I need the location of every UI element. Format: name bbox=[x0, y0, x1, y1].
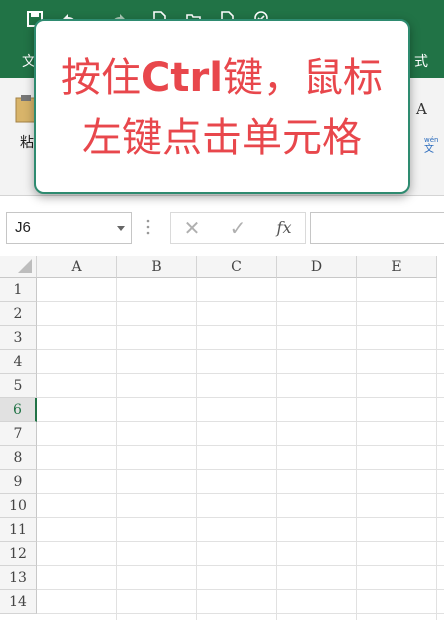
more-options-icon[interactable] bbox=[146, 218, 150, 236]
column-header-d[interactable]: D bbox=[277, 256, 357, 278]
row-gridline bbox=[37, 397, 444, 398]
callout-line-1: 按住Ctrl键，鼠标 bbox=[36, 53, 408, 103]
row-gridline bbox=[37, 613, 444, 614]
callout-text-1a: 按住 bbox=[61, 55, 142, 101]
column-gridline bbox=[196, 278, 197, 620]
callout-ctrl-key: Ctrl bbox=[141, 55, 223, 101]
enter-icon[interactable]: ✓ bbox=[223, 216, 253, 240]
row-gridline bbox=[37, 493, 444, 494]
column-header-c[interactable]: C bbox=[197, 256, 277, 278]
row-gridline bbox=[37, 445, 444, 446]
row-header-3[interactable]: 3 bbox=[0, 326, 37, 350]
row-header-14[interactable]: 14 bbox=[0, 590, 37, 614]
row-gridline bbox=[37, 589, 444, 590]
callout-text-1b: 键，鼠标 bbox=[222, 55, 383, 101]
row-header-7[interactable]: 7 bbox=[0, 422, 37, 446]
column-header-a[interactable]: A bbox=[37, 256, 117, 278]
increase-font-size-icon[interactable]: A bbox=[416, 100, 427, 118]
phonetic-guide-bottom: 文 bbox=[424, 144, 434, 155]
row-header-1[interactable]: 1 bbox=[0, 278, 37, 302]
name-box-value: J6 bbox=[15, 219, 31, 236]
row-gridline bbox=[37, 469, 444, 470]
cancel-icon[interactable]: ✕ bbox=[177, 216, 207, 240]
formula-bar: J6 ✕ ✓ fx bbox=[0, 204, 444, 248]
column-gridline bbox=[436, 278, 437, 620]
row-gridline bbox=[37, 349, 444, 350]
column-header-e[interactable]: E bbox=[357, 256, 437, 278]
chevron-down-icon[interactable] bbox=[117, 226, 125, 231]
row-gridline bbox=[37, 373, 444, 374]
callout-line-2: 左键点击单元格 bbox=[82, 115, 362, 161]
row-gridline bbox=[37, 301, 444, 302]
formula-input[interactable] bbox=[310, 212, 444, 244]
insert-function-button[interactable]: fx bbox=[269, 216, 299, 240]
spreadsheet-grid: ABCDE 1 2 3 4 5 6 7 8 9 10 11 12 13 14 bbox=[0, 256, 444, 620]
row-header-10[interactable]: 10 bbox=[0, 494, 37, 518]
tab-formulas[interactable]: 式 bbox=[414, 51, 428, 71]
column-header-b[interactable]: B bbox=[117, 256, 197, 278]
row-header-8[interactable]: 8 bbox=[0, 446, 37, 470]
row-header-4[interactable]: 4 bbox=[0, 350, 37, 374]
row-header-11[interactable]: 11 bbox=[0, 518, 37, 542]
formula-buttons: ✕ ✓ fx bbox=[170, 212, 306, 244]
phonetic-guide-icon[interactable]: wén 文 bbox=[424, 136, 438, 155]
row-gridline bbox=[37, 421, 444, 422]
name-box[interactable]: J6 bbox=[6, 212, 132, 244]
row-gridline bbox=[37, 325, 444, 326]
row-header-2[interactable]: 2 bbox=[0, 302, 37, 326]
row-gridline bbox=[37, 541, 444, 542]
instruction-callout: 按住Ctrl键，鼠标 左键点击单元格 bbox=[34, 19, 410, 194]
column-gridline bbox=[116, 278, 117, 620]
row-header-6[interactable]: 6 bbox=[0, 398, 37, 422]
row-header-5[interactable]: 5 bbox=[0, 374, 37, 398]
row-header-12[interactable]: 12 bbox=[0, 542, 37, 566]
column-gridline bbox=[356, 278, 357, 620]
row-gridline bbox=[37, 565, 444, 566]
select-all-button[interactable] bbox=[0, 256, 37, 278]
row-gridline bbox=[37, 517, 444, 518]
row-header-9[interactable]: 9 bbox=[0, 470, 37, 494]
select-all-triangle-icon bbox=[18, 259, 32, 273]
row-header-13[interactable]: 13 bbox=[0, 566, 37, 590]
paste-button-label[interactable]: 粘 bbox=[20, 132, 34, 152]
column-gridline bbox=[276, 278, 277, 620]
